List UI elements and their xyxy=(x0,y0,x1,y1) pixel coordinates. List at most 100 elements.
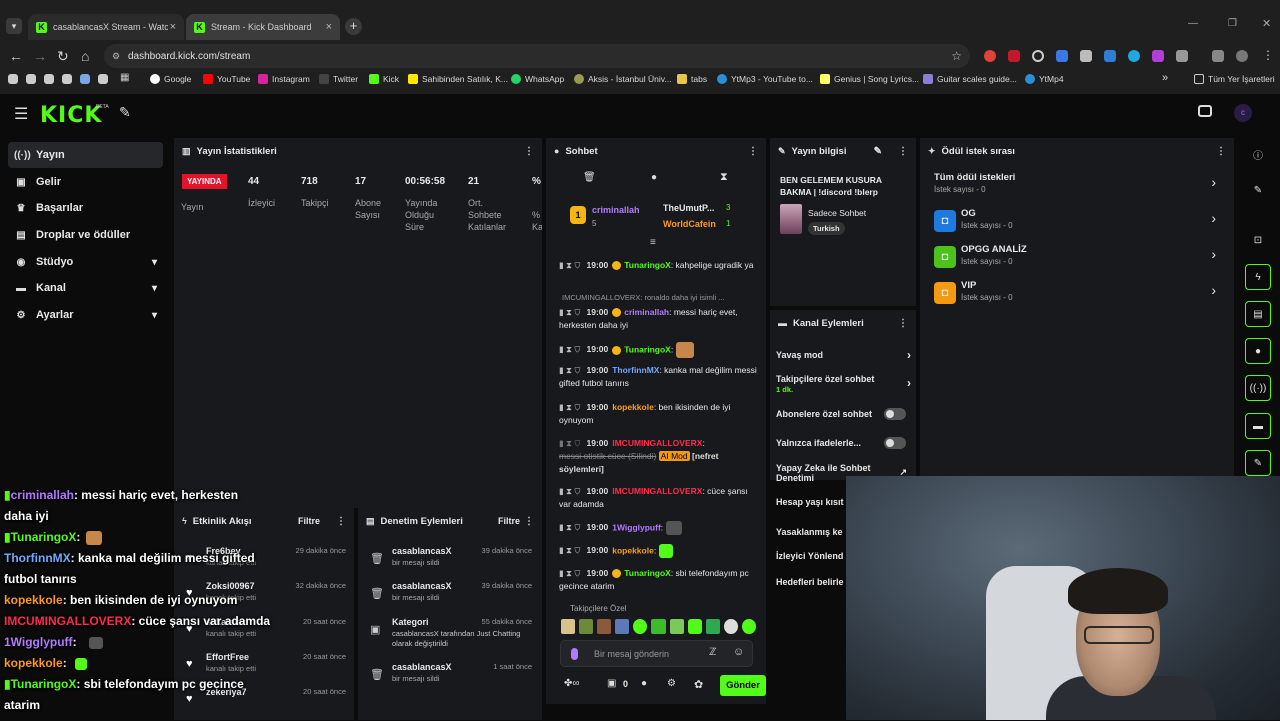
emote-icon[interactable] xyxy=(723,619,738,634)
bookmark-ytmp4[interactable]: YtMp4 xyxy=(1025,74,1064,84)
chat-bubble-icon[interactable]: ● xyxy=(1245,338,1271,364)
broadcast-icon[interactable]: ((·)) xyxy=(1245,375,1271,401)
more-options-icon[interactable]: ⋮ xyxy=(898,146,908,157)
puzzle-icon[interactable] xyxy=(1176,50,1188,62)
edit-icon[interactable]: ✎ xyxy=(1245,177,1271,203)
shield-icon[interactable] xyxy=(1080,50,1092,62)
tab-search-icon[interactable]: ▾ xyxy=(6,18,22,34)
avatar[interactable]: c xyxy=(1234,104,1252,122)
chat-input[interactable]: Bir mesaj gönderin ℤ ☺ xyxy=(560,640,753,667)
bookmark-all[interactable]: Tüm Yer İşaretleri xyxy=(1194,74,1275,84)
reading-list-icon[interactable] xyxy=(1212,50,1224,62)
reward-item[interactable]: ◘ VIP İstek sayısı - 0 › xyxy=(934,280,1224,310)
bookmark-sahibinden[interactable]: Sahibinden Satılık, K... xyxy=(408,74,508,84)
hamburger-menu-icon[interactable]: ☰ xyxy=(14,104,28,124)
subscribers-only-toggle[interactable] xyxy=(884,408,906,420)
filter-button[interactable]: Filtre xyxy=(498,516,520,526)
translate-icon[interactable]: ℤ xyxy=(709,647,716,658)
bookmark-google[interactable]: Google xyxy=(150,74,191,84)
all-rewards-item[interactable]: Tüm ödül istekleri İstek sayısı - 0 › xyxy=(934,172,1224,202)
extension-icon[interactable] xyxy=(1104,50,1116,62)
extension-icon[interactable] xyxy=(984,50,996,62)
emotes-only-toggle[interactable] xyxy=(884,437,906,449)
browser-tab-dashboard[interactable]: K Stream - Kick Dashboard × xyxy=(186,14,340,40)
extension-icon[interactable] xyxy=(1152,50,1164,62)
more-options-icon[interactable]: ⋮ xyxy=(524,146,534,157)
bookmark-folder-icon[interactable] xyxy=(62,74,72,84)
emote-icon[interactable] xyxy=(669,619,684,634)
emote-icon[interactable] xyxy=(741,619,757,634)
bookmark-folder-icon[interactable] xyxy=(44,74,54,84)
more-options-icon[interactable]: ⋮ xyxy=(748,146,758,157)
sidebar-item-kanal[interactable]: ▬ Kanal ▾ xyxy=(8,275,163,301)
bookmark-star-icon[interactable]: ☆ xyxy=(951,49,962,63)
kick-logo[interactable]: KICK xyxy=(40,103,102,128)
bookmark-youtube[interactable]: YouTube xyxy=(203,74,250,84)
tag-chip[interactable]: Turkish xyxy=(808,222,845,235)
more-options-icon[interactable]: ⋮ xyxy=(898,318,908,329)
sidebar-item-gelir[interactable]: ▣ Gelir xyxy=(8,169,163,195)
extension-icon[interactable] xyxy=(1008,50,1020,62)
category-name[interactable]: Sadece Sohbet xyxy=(808,208,866,218)
apps-grid-icon[interactable]: ▦ xyxy=(120,72,129,83)
wrench-icon[interactable]: ✎ xyxy=(1245,450,1271,476)
search-icon[interactable] xyxy=(1032,50,1044,62)
pin-icon[interactable]: ✎ xyxy=(119,104,131,121)
gear-icon[interactable]: ⚙ xyxy=(667,678,676,689)
profile-avatar[interactable] xyxy=(1236,50,1248,62)
bookmark-instagram[interactable]: Instagram xyxy=(258,74,310,84)
emote-picker-icon[interactable]: ✿ xyxy=(694,678,703,691)
site-info-icon[interactable]: ⚙ xyxy=(112,51,120,62)
hourglass-icon[interactable]: ⧗ xyxy=(720,171,728,184)
more-options-icon[interactable]: ⋮ xyxy=(1216,146,1226,157)
bolt-icon[interactable]: ϟ xyxy=(1245,264,1271,290)
filter-button[interactable]: Filtre xyxy=(298,516,320,526)
emote-icon[interactable] xyxy=(687,619,702,634)
document-icon[interactable]: ▤ xyxy=(1245,301,1271,327)
bookmarks-more[interactable]: » xyxy=(1162,72,1168,84)
slow-mode-action[interactable]: Yavaş mod › xyxy=(776,348,911,362)
extension-icon[interactable] xyxy=(1128,50,1140,62)
bookmark-folder-icon[interactable] xyxy=(26,74,36,84)
bookmark-genius[interactable]: Genius | Song Lyrics... xyxy=(820,74,919,84)
reload-icon[interactable]: ↻ xyxy=(57,48,69,65)
sidebar-item-yayin[interactable]: ((·)) Yayın xyxy=(8,142,163,168)
chat-bubble-icon[interactable]: ● xyxy=(651,172,657,183)
sidebar-item-basarilar[interactable]: ♛ Başarılar xyxy=(8,195,163,221)
reward-item[interactable]: ◘ OPGG ANALİZ İstek sayısı - 0 › xyxy=(934,244,1224,274)
translate-icon[interactable] xyxy=(1056,50,1068,62)
followers-only-action[interactable]: Takipçilere özel sohbet 1 dk. › xyxy=(776,374,911,394)
bookmark-folder-icon[interactable] xyxy=(98,74,108,84)
bookmark-folder-icon[interactable] xyxy=(8,74,18,84)
emote-icon[interactable] xyxy=(633,619,648,634)
reward-item[interactable]: ◘ OG İstek sayısı - 0 › xyxy=(934,208,1224,238)
browser-tab-watch[interactable]: K casablancasX Stream - Watch L × xyxy=(28,14,184,40)
new-tab-button[interactable]: + xyxy=(345,18,362,35)
more-options-icon[interactable]: ⋮ xyxy=(336,516,346,527)
forward-icon[interactable]: → xyxy=(33,48,47,64)
bookmark-whatsapp[interactable]: WhatsApp xyxy=(511,74,564,84)
edit-icon[interactable]: ✎ xyxy=(874,146,882,157)
bookmark-kick[interactable]: Kick xyxy=(369,74,399,84)
sidebar-item-ayarlar[interactable]: ⚙ Ayarlar ▾ xyxy=(8,302,163,328)
bookmark-aksis[interactable]: Aksis - İstanbul Üniv... xyxy=(574,74,671,84)
menu-icon[interactable]: ⋮ xyxy=(1262,48,1274,62)
trash-icon[interactable]: 🗑 xyxy=(583,172,596,183)
chat-bubble-icon[interactable]: ● xyxy=(641,678,647,689)
bookmark-folder-icon[interactable] xyxy=(80,74,90,84)
microphone-icon[interactable] xyxy=(571,648,578,660)
bookmark-ytmp3[interactable]: YtMp3 - YouTube to... xyxy=(717,74,813,84)
more-options-icon[interactable]: ⋮ xyxy=(524,516,534,527)
back-icon[interactable]: ← xyxy=(9,48,23,64)
emote-icon[interactable] xyxy=(561,619,576,634)
top-user-name[interactable]: TheUmutP... xyxy=(663,203,714,213)
calendar-icon[interactable]: ▣ xyxy=(607,678,616,689)
tab-close-icon[interactable]: × xyxy=(170,21,176,33)
top-user-name[interactable]: WorldCafein xyxy=(663,219,716,229)
bookmark-twitter[interactable]: Twitter xyxy=(319,74,358,84)
sidebar-item-droplar[interactable]: ▤ Droplar ve ödüller xyxy=(8,222,163,248)
bookmark-tabs[interactable]: tabs xyxy=(677,74,707,84)
send-button[interactable]: Gönder xyxy=(720,675,766,696)
window-close-icon[interactable]: ✕ xyxy=(1262,17,1271,30)
home-icon[interactable]: ⌂ xyxy=(81,48,89,64)
